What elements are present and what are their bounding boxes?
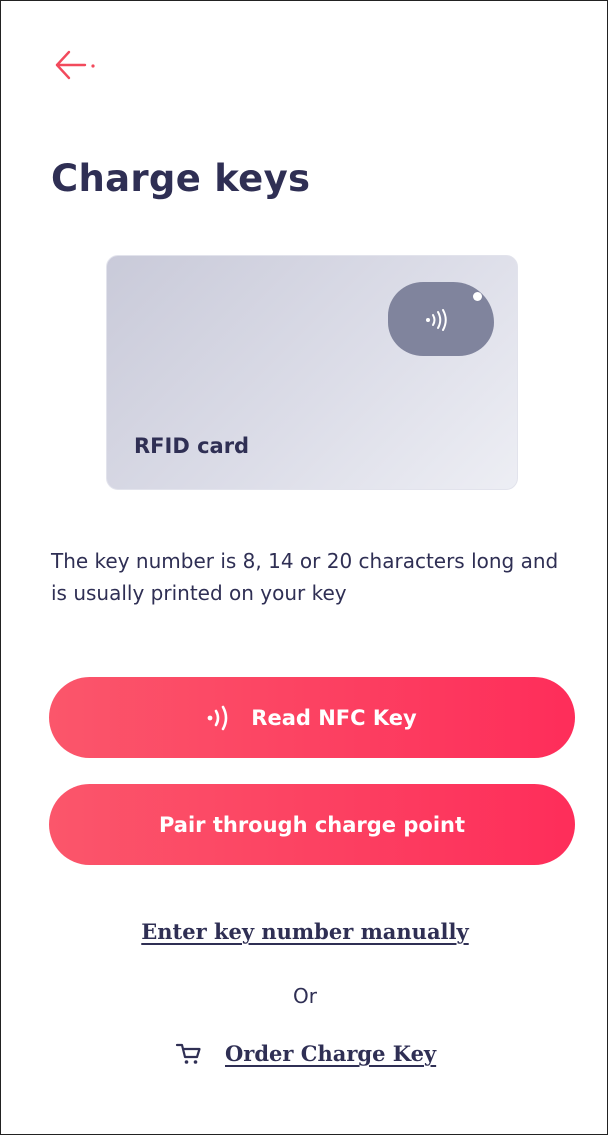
order-charge-key-label: Order Charge Key (225, 1041, 437, 1066)
rfid-card-illustration: RFID card (106, 255, 518, 490)
enter-key-number-manually-link[interactable]: Enter key number manually (1, 919, 608, 944)
order-charge-key-link[interactable]: Order Charge Key (175, 1041, 436, 1066)
read-nfc-key-button[interactable]: Read NFC Key (49, 677, 575, 758)
card-label: RFID card (134, 434, 250, 458)
screen: Charge keys RFID card The key number is … (0, 0, 608, 1135)
cart-icon (175, 1042, 203, 1066)
pair-through-charge-point-label: Pair through charge point (158, 812, 466, 837)
arrow-left-icon (55, 50, 95, 80)
or-separator: Or (293, 984, 317, 1008)
nfc-signal-icon (426, 309, 447, 331)
nfc-signal-icon (207, 705, 231, 731)
pair-through-charge-point-button[interactable]: Pair through charge point (49, 784, 575, 865)
read-nfc-key-label: Read NFC Key (251, 705, 417, 730)
card-chip (388, 282, 494, 356)
page-title: Charge keys (51, 157, 311, 200)
key-number-description: The key number is 8, 14 or 20 characters… (51, 549, 559, 605)
back-button[interactable] (49, 45, 105, 85)
chip-dot (473, 292, 482, 301)
